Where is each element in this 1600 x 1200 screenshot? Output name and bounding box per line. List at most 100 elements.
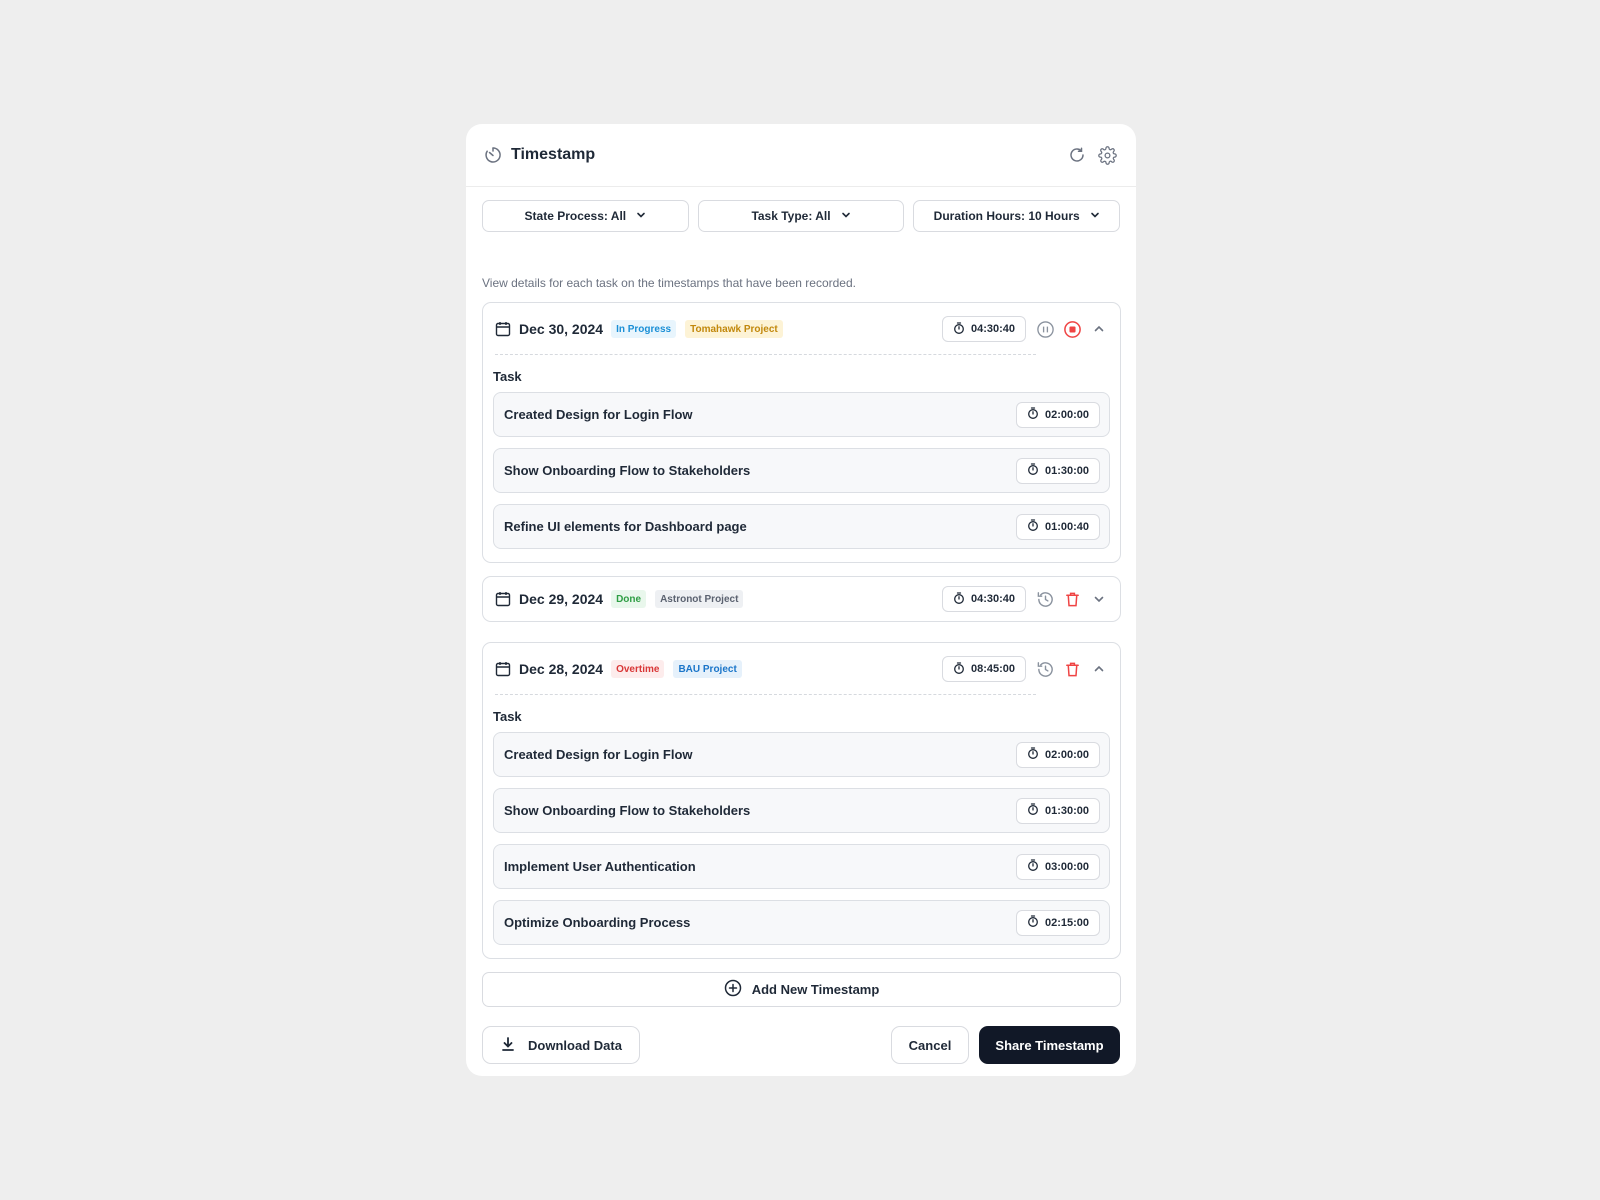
task-row[interactable]: Created Design for Login Flow 02:00:00 <box>493 732 1110 777</box>
timestamp-entry: Dec 30, 2024 In Progress Tomahawk Projec… <box>482 302 1121 563</box>
task-row[interactable]: Show Onboarding Flow to Stakeholders 01:… <box>493 448 1110 493</box>
total-time: 04:30:40 <box>942 316 1026 342</box>
project-badge: Tomahawk Project <box>685 320 783 338</box>
task-type-filter[interactable]: Task Type: All <box>697 200 905 232</box>
add-timestamp-label: Add New Timestamp <box>751 982 880 997</box>
entry-date: Dec 29, 2024 <box>519 591 604 607</box>
task-type-filter-label: Task Type: All <box>751 209 831 223</box>
chevron-down-icon[interactable] <box>1088 588 1110 610</box>
share-timestamp-button[interactable]: Share Timestamp <box>979 1026 1120 1064</box>
entry-date: Dec 28, 2024 <box>519 661 604 677</box>
state-process-filter[interactable]: State Process: All <box>482 200 689 232</box>
task-time-value: 01:30:00 <box>1044 804 1090 817</box>
entry-header[interactable]: Dec 30, 2024 In Progress Tomahawk Projec… <box>483 303 1120 355</box>
total-time-value: 08:45:00 <box>970 663 1016 675</box>
stopwatch-icon <box>1027 859 1039 874</box>
status-badge: In Progress <box>611 320 677 338</box>
stopwatch-icon <box>953 661 965 677</box>
timestamp-entry: Dec 28, 2024 Overtime BAU Project 08:45:… <box>482 642 1121 959</box>
calendar-icon <box>495 321 511 337</box>
plus-circle-icon <box>724 979 742 1000</box>
task-time: 01:00:40 <box>1016 513 1100 540</box>
total-time: 04:30:40 <box>942 586 1026 612</box>
task-time: 03:00:00 <box>1016 853 1100 880</box>
state-process-filter-label: State Process: All <box>524 209 627 223</box>
task-name: Created Design for Login Flow <box>504 747 693 762</box>
task-row[interactable]: Show Onboarding Flow to Stakeholders 01:… <box>493 788 1110 833</box>
clock-icon <box>484 146 502 164</box>
stopwatch-icon <box>1027 915 1039 930</box>
task-row[interactable]: Refine UI elements for Dashboard page 01… <box>493 504 1110 549</box>
duration-filter[interactable]: Duration Hours: 10 Hours <box>913 200 1121 232</box>
footer-actions: Download Data Cancel Share Timestamp <box>482 1026 1120 1064</box>
task-row[interactable]: Implement User Authentication 03:00:00 <box>493 844 1110 889</box>
calendar-icon <box>495 661 511 677</box>
filter-bar: State Process: All Task Type: All Durati… <box>482 200 1121 232</box>
download-data-label: Download Data <box>528 1037 622 1053</box>
project-badge: BAU Project <box>673 660 742 678</box>
download-icon <box>500 1036 516 1055</box>
stop-icon[interactable] <box>1061 318 1083 340</box>
task-time-value: 01:30:00 <box>1044 464 1090 477</box>
stopwatch-icon <box>1027 463 1039 478</box>
task-time: 01:30:00 <box>1016 797 1100 824</box>
timestamp-panel: Timestamp State Process: All Task Type: … <box>466 124 1136 1076</box>
task-time-value: 01:00:40 <box>1044 520 1090 533</box>
description-text: View details for each task on the timest… <box>482 276 856 290</box>
task-time-value: 02:00:00 <box>1044 748 1090 761</box>
task-time: 02:15:00 <box>1016 909 1100 936</box>
chevron-up-icon[interactable] <box>1088 658 1110 680</box>
history-icon[interactable] <box>1034 658 1056 680</box>
pause-icon[interactable] <box>1034 318 1056 340</box>
chevron-up-icon[interactable] <box>1088 318 1110 340</box>
project-badge: Astronot Project <box>655 590 744 608</box>
duration-filter-label: Duration Hours: 10 Hours <box>933 209 1080 223</box>
entry-header[interactable]: Dec 29, 2024 Done Astronot Project 04:30… <box>483 577 1120 621</box>
task-name: Refine UI elements for Dashboard page <box>504 519 747 534</box>
add-timestamp-button[interactable]: Add New Timestamp <box>482 972 1121 1007</box>
chevron-down-icon <box>636 209 646 223</box>
total-time-value: 04:30:40 <box>970 593 1016 605</box>
trash-icon[interactable] <box>1061 588 1083 610</box>
cancel-button[interactable]: Cancel <box>891 1026 969 1064</box>
task-time: 02:00:00 <box>1016 741 1100 768</box>
entry-header[interactable]: Dec 28, 2024 Overtime BAU Project 08:45:… <box>483 643 1120 695</box>
stopwatch-icon <box>1027 407 1039 422</box>
trash-icon[interactable] <box>1061 658 1083 680</box>
task-name: Implement User Authentication <box>504 859 696 874</box>
total-time: 08:45:00 <box>942 656 1026 682</box>
stopwatch-icon <box>1027 803 1039 818</box>
entry-date: Dec 30, 2024 <box>519 321 604 337</box>
timestamp-entry: Dec 29, 2024 Done Astronot Project 04:30… <box>482 576 1121 622</box>
refresh-icon[interactable] <box>1066 144 1088 166</box>
stopwatch-icon <box>1027 747 1039 762</box>
task-time-value: 03:00:00 <box>1044 860 1090 873</box>
stopwatch-icon <box>1027 519 1039 534</box>
task-time-value: 02:00:00 <box>1044 408 1090 421</box>
panel-header: Timestamp <box>466 124 1136 187</box>
status-badge: Done <box>611 590 647 608</box>
download-data-button[interactable]: Download Data <box>482 1026 640 1064</box>
task-time: 01:30:00 <box>1016 457 1100 484</box>
page-title: Timestamp <box>511 146 596 163</box>
task-name: Show Onboarding Flow to Stakeholders <box>504 463 751 478</box>
chevron-down-icon <box>841 209 851 223</box>
calendar-icon <box>495 591 511 607</box>
gear-icon[interactable] <box>1096 144 1118 166</box>
total-time-value: 04:30:40 <box>970 323 1016 335</box>
task-section-label: Task <box>493 369 522 384</box>
task-row[interactable]: Optimize Onboarding Process 02:15:00 <box>493 900 1110 945</box>
task-name: Show Onboarding Flow to Stakeholders <box>504 803 751 818</box>
task-list: Created Design for Login Flow 02:00:00 S… <box>483 724 1120 958</box>
task-name: Optimize Onboarding Process <box>504 915 691 930</box>
task-time: 02:00:00 <box>1016 401 1100 428</box>
chevron-down-icon <box>1090 209 1100 223</box>
stopwatch-icon <box>953 591 965 607</box>
task-row[interactable]: Created Design for Login Flow 02:00:00 <box>493 392 1110 437</box>
task-section-label: Task <box>493 709 522 724</box>
history-icon[interactable] <box>1034 588 1056 610</box>
task-name: Created Design for Login Flow <box>504 407 693 422</box>
stopwatch-icon <box>953 321 965 337</box>
status-badge: Overtime <box>611 660 665 678</box>
task-time-value: 02:15:00 <box>1044 916 1090 929</box>
